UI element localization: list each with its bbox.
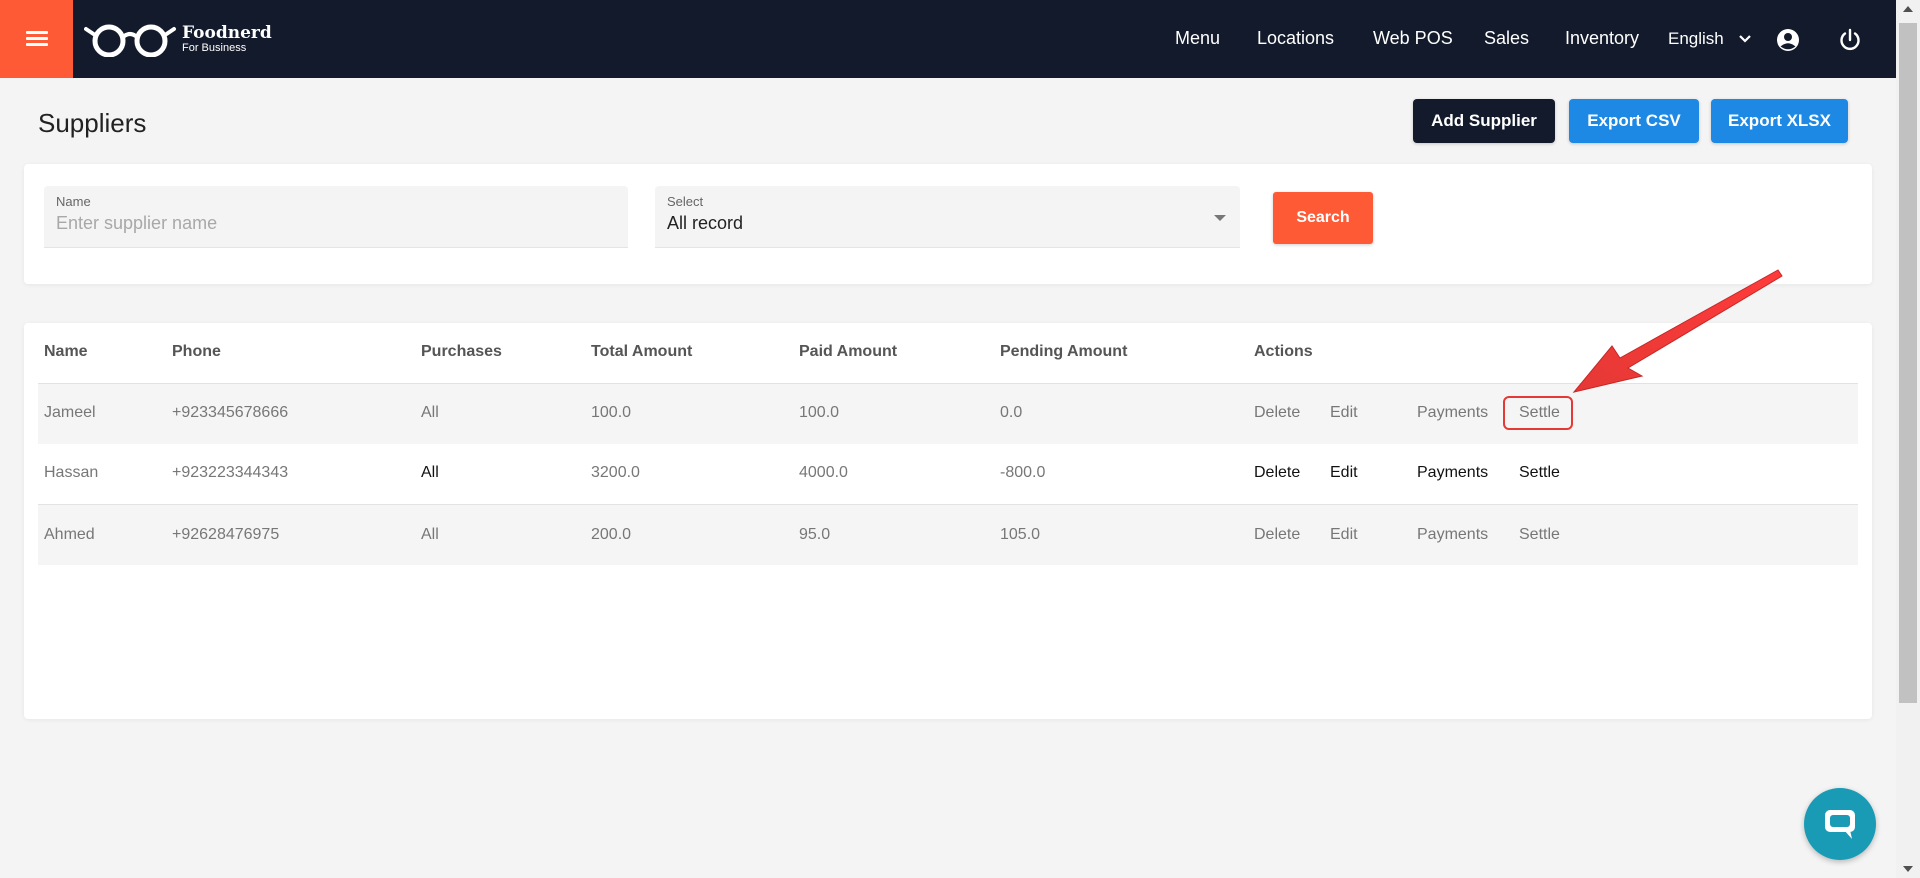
supplier-phone: +92628476975 bbox=[172, 526, 280, 543]
pending-amount: -800.0 bbox=[1000, 464, 1046, 481]
nav-web-pos[interactable]: Web POS bbox=[1373, 28, 1453, 49]
language-label: English bbox=[1668, 29, 1724, 48]
pending-amount: 0.0 bbox=[1000, 404, 1023, 421]
glasses-logo-icon bbox=[84, 24, 176, 57]
delete-button[interactable]: Delete bbox=[1254, 404, 1300, 422]
edit-button[interactable]: Edit bbox=[1330, 526, 1358, 544]
column-header-phone: Phone bbox=[172, 343, 221, 360]
name-field-label: Name bbox=[56, 194, 91, 209]
column-header-actions: Actions bbox=[1254, 343, 1313, 360]
edit-button[interactable]: Edit bbox=[1330, 404, 1358, 422]
dropdown-caret-icon bbox=[1214, 215, 1226, 221]
export-csv-button[interactable]: Export CSV bbox=[1569, 99, 1699, 143]
settle-button[interactable]: Settle bbox=[1519, 464, 1560, 482]
name-field[interactable]: Name bbox=[44, 186, 628, 248]
edit-button[interactable]: Edit bbox=[1330, 464, 1358, 482]
paid-amount: 100.0 bbox=[799, 404, 840, 421]
logo[interactable]: Foodnerd For Business bbox=[84, 21, 272, 57]
table-row: Hassan +923223344343 All 3200.0 4000.0 -… bbox=[38, 444, 1858, 504]
page-scrollbar[interactable] bbox=[1896, 0, 1920, 878]
supplier-phone: +923223344343 bbox=[172, 464, 289, 481]
logo-brand: Foodnerd bbox=[182, 22, 272, 43]
top-navbar: Foodnerd For Business Menu Locations Web… bbox=[0, 0, 1896, 78]
scroll-down-arrow-icon[interactable] bbox=[1903, 866, 1913, 872]
purchases-all-link[interactable]: All bbox=[421, 526, 439, 544]
payments-button[interactable]: Payments bbox=[1417, 404, 1488, 422]
language-selector[interactable]: English bbox=[1668, 29, 1752, 49]
nav-sales[interactable]: Sales bbox=[1484, 28, 1529, 49]
select-value: All record bbox=[667, 213, 744, 233]
hamburger-icon bbox=[25, 31, 48, 47]
account-circle-icon[interactable] bbox=[1776, 28, 1800, 52]
supplier-name: Ahmed bbox=[44, 526, 95, 543]
total-amount: 200.0 bbox=[591, 526, 632, 543]
chevron-down-icon bbox=[1738, 35, 1751, 43]
column-header-paid-amount: Paid Amount bbox=[799, 343, 898, 360]
column-header-pending-amount: Pending Amount bbox=[1000, 343, 1128, 360]
chat-icon bbox=[1825, 810, 1855, 839]
settle-highlight-box bbox=[1503, 396, 1573, 430]
purchases-all-link[interactable]: All bbox=[421, 464, 439, 482]
supplier-name-input[interactable] bbox=[56, 213, 596, 234]
select-field-label: Select bbox=[667, 194, 704, 209]
supplier-phone: +923345678666 bbox=[172, 404, 289, 421]
hamburger-menu-button[interactable] bbox=[0, 0, 73, 78]
nav-inventory[interactable]: Inventory bbox=[1565, 28, 1639, 49]
column-header-total-amount: Total Amount bbox=[591, 343, 693, 360]
chat-button[interactable] bbox=[1804, 788, 1876, 860]
delete-button[interactable]: Delete bbox=[1254, 464, 1300, 482]
add-supplier-button[interactable]: Add Supplier bbox=[1413, 99, 1555, 143]
search-button[interactable]: Search bbox=[1273, 192, 1373, 244]
nav-locations[interactable]: Locations bbox=[1257, 28, 1334, 49]
record-select[interactable]: Select All record bbox=[655, 186, 1240, 248]
column-header-name: Name bbox=[44, 343, 88, 360]
paid-amount: 4000.0 bbox=[799, 464, 848, 481]
red-arrow-annotation-icon bbox=[1572, 269, 1783, 393]
settle-button[interactable]: Settle bbox=[1519, 526, 1560, 544]
page-title: Suppliers bbox=[38, 108, 147, 138]
nav-menu[interactable]: Menu bbox=[1175, 28, 1220, 49]
pending-amount: 105.0 bbox=[1000, 526, 1041, 543]
payments-button[interactable]: Payments bbox=[1417, 526, 1488, 544]
power-icon[interactable] bbox=[1838, 28, 1862, 52]
purchases-all-link[interactable]: All bbox=[421, 404, 439, 422]
scrollbar-thumb[interactable] bbox=[1899, 23, 1917, 703]
payments-button[interactable]: Payments bbox=[1417, 464, 1488, 482]
logo-subtitle: For Business bbox=[182, 41, 247, 54]
total-amount: 100.0 bbox=[591, 404, 632, 421]
delete-button[interactable]: Delete bbox=[1254, 526, 1300, 544]
column-header-purchases: Purchases bbox=[421, 343, 502, 360]
export-xlsx-button[interactable]: Export XLSX bbox=[1711, 99, 1848, 143]
scroll-up-arrow-icon[interactable] bbox=[1903, 6, 1913, 12]
total-amount: 3200.0 bbox=[591, 464, 640, 481]
supplier-name: Hassan bbox=[44, 464, 99, 481]
table-row: Ahmed +92628476975 All 200.0 95.0 105.0 … bbox=[38, 505, 1858, 565]
supplier-name: Jameel bbox=[44, 404, 96, 421]
paid-amount: 95.0 bbox=[799, 526, 831, 543]
